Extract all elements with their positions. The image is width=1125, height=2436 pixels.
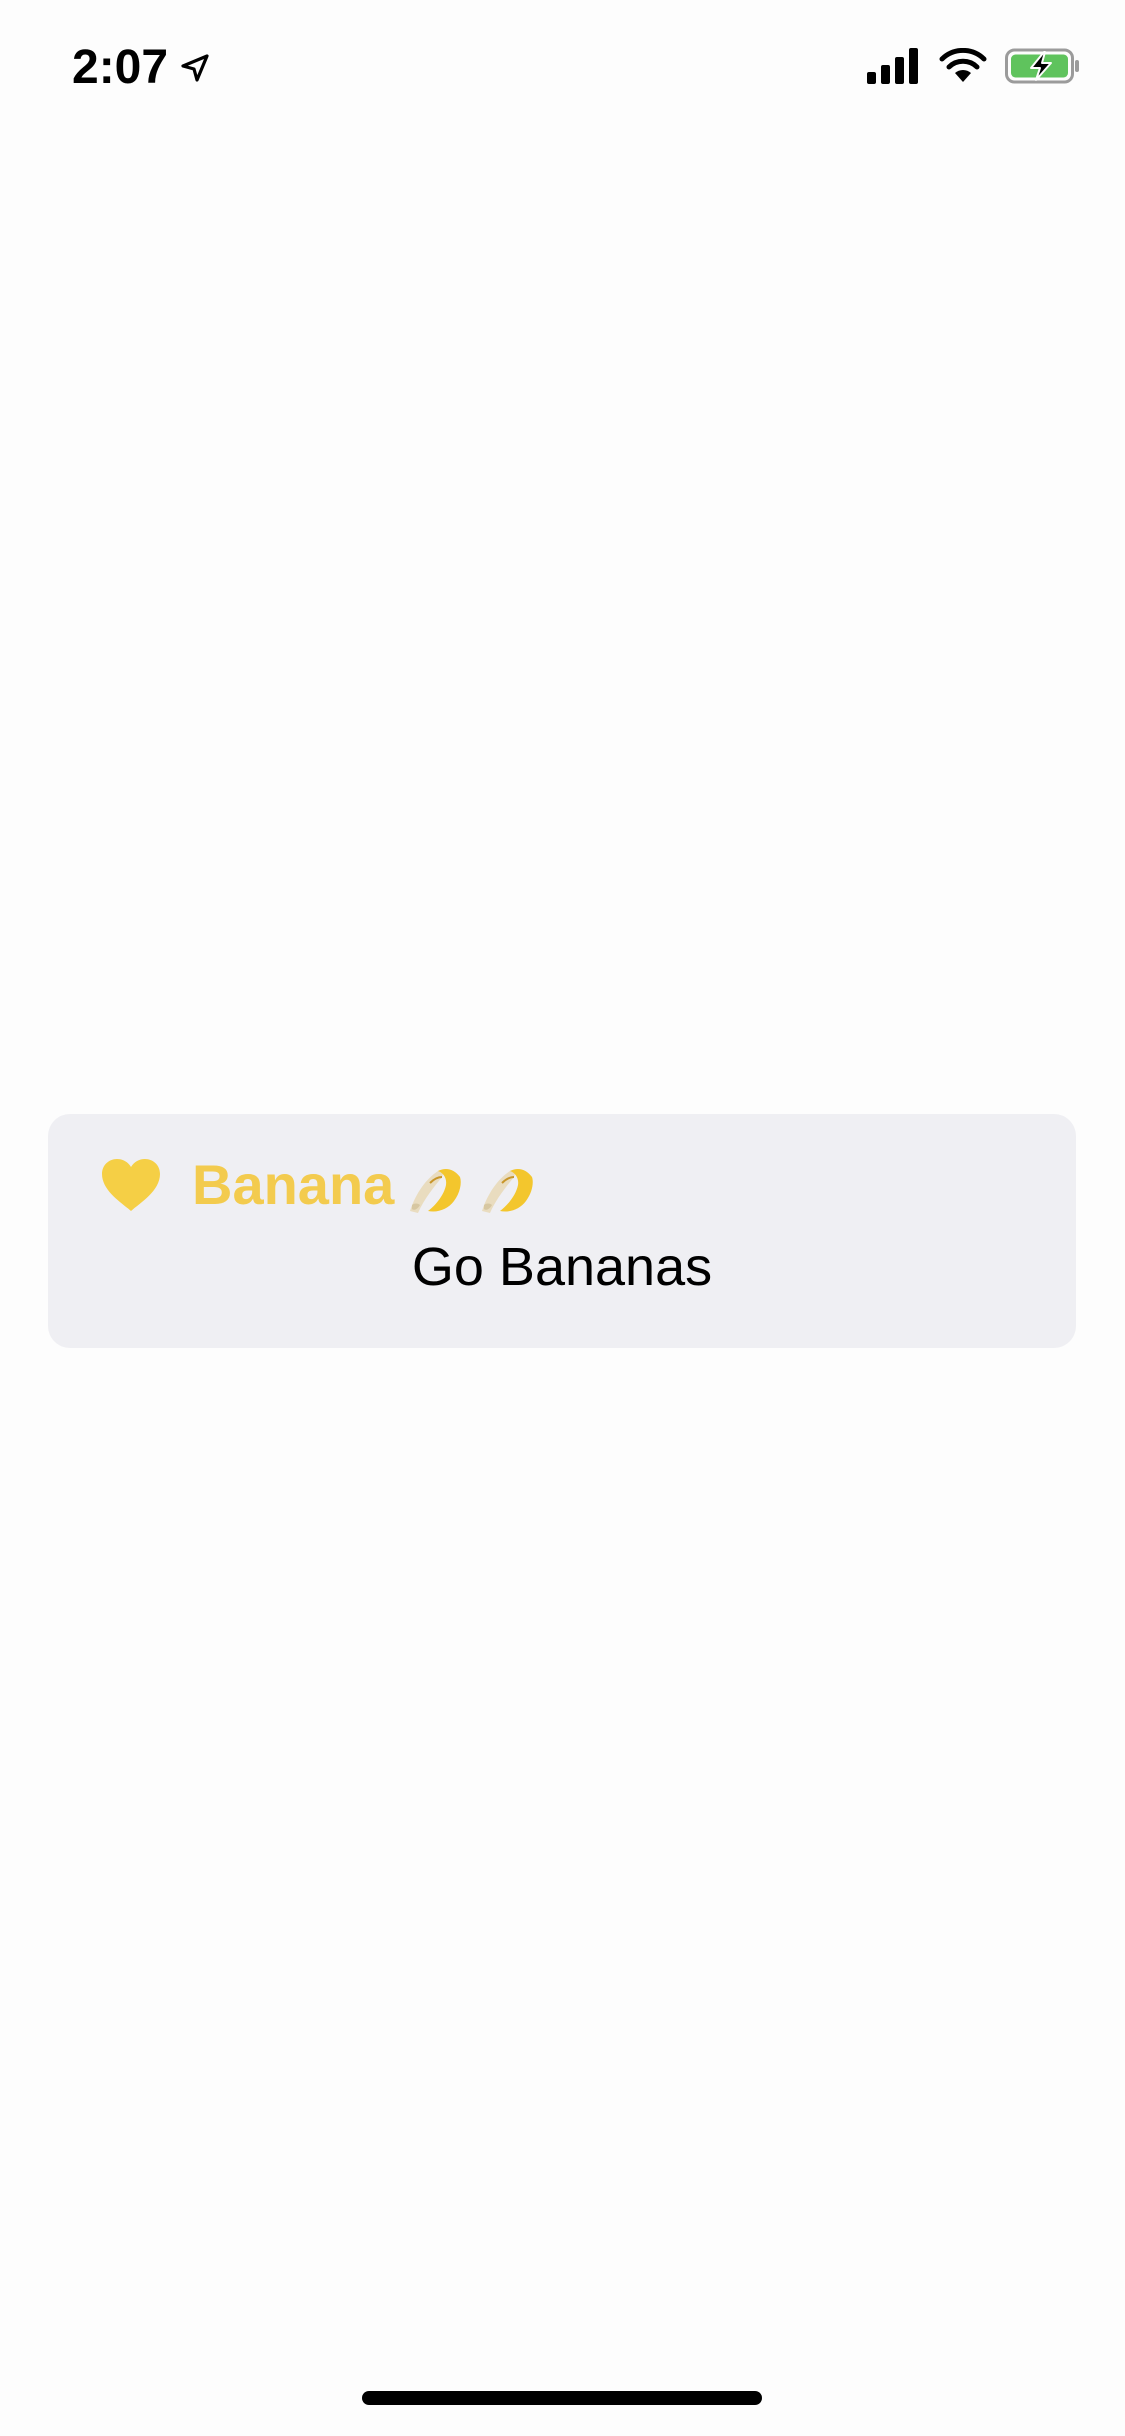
status-bar: 2:07 bbox=[0, 0, 1125, 140]
status-icons bbox=[867, 46, 1081, 90]
yellow-heart-icon bbox=[100, 1157, 162, 1213]
banner-title: Banana bbox=[192, 1153, 395, 1216]
wifi-icon bbox=[939, 47, 987, 89]
banana-icon bbox=[402, 1153, 466, 1217]
banner-header: Banana bbox=[100, 1150, 538, 1220]
banana-icon bbox=[474, 1153, 538, 1217]
cellular-signal-icon bbox=[867, 47, 921, 89]
banner-message: Go Bananas bbox=[411, 1237, 713, 1297]
status-time-group: 2:07 bbox=[72, 38, 210, 98]
location-arrow-icon bbox=[180, 53, 210, 83]
status-time: 2:07 bbox=[72, 41, 169, 94]
banner-card[interactable]: Banana Go Bananas bbox=[48, 1114, 1076, 1348]
battery-charging-icon bbox=[1005, 48, 1081, 89]
home-indicator[interactable] bbox=[362, 2391, 762, 2405]
